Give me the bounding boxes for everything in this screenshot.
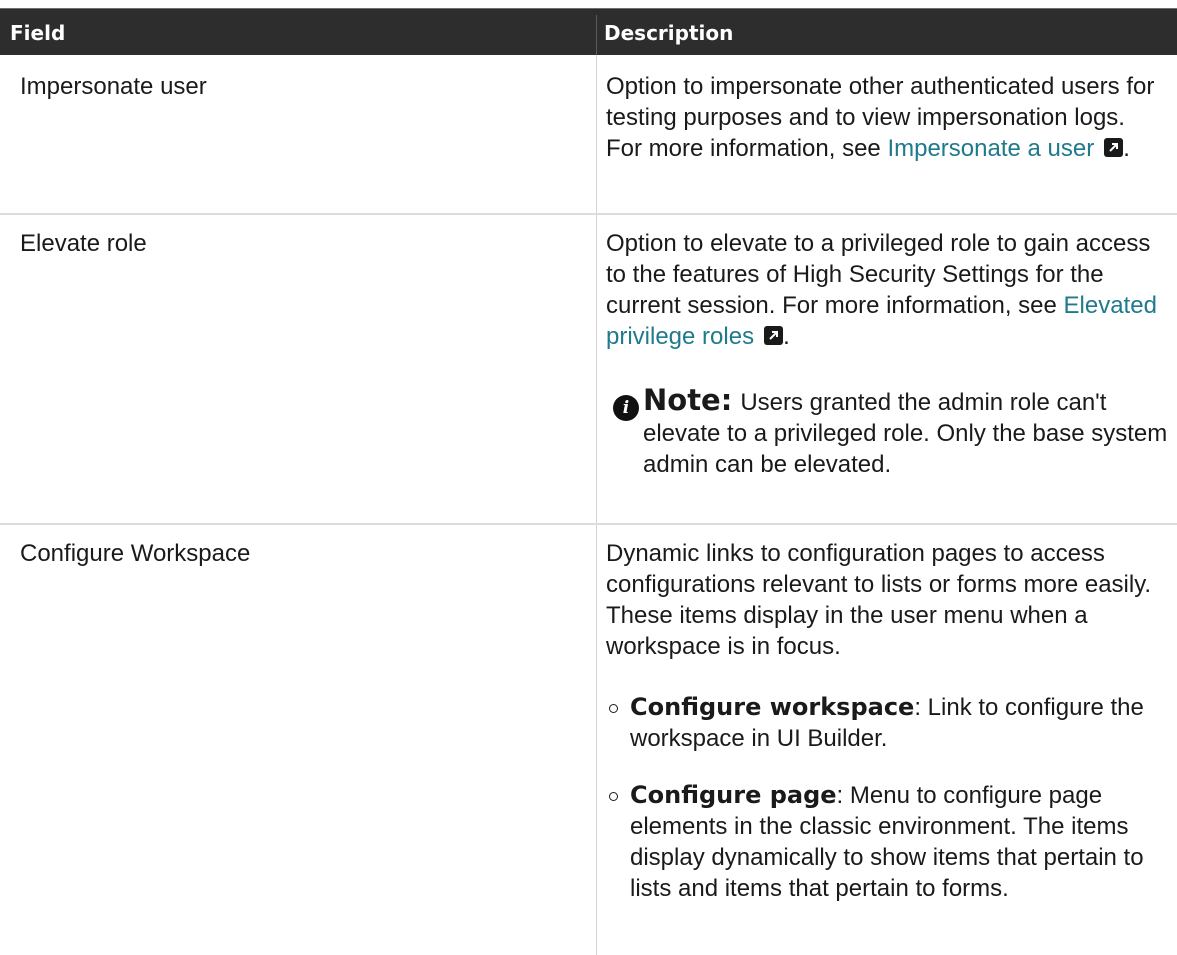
row-elevate-description: Option to elevate to a privileged role t…: [606, 230, 1157, 350]
note-text: Note: Users granted the admin role can't …: [643, 383, 1168, 479]
info-icon: i: [613, 395, 639, 421]
external-link-icon: [764, 326, 784, 345]
row-configure-workspace-field: Configure Workspace: [20, 540, 251, 567]
note-label: Note:: [643, 383, 733, 417]
column-divider: [596, 55, 597, 955]
hollow-circle-bullet-icon: [609, 792, 618, 801]
table-header: Field Description: [0, 9, 1177, 55]
bullet-term: Configure workspace: [630, 693, 915, 721]
external-link-icon: [1104, 138, 1124, 157]
row-divider: [0, 213, 1177, 215]
row-impersonate-field: Impersonate user: [20, 73, 207, 100]
header-description: Description: [604, 21, 734, 45]
row-elevate-field: Elevate role: [20, 230, 147, 257]
row-configure-workspace-description: Dynamic links to configuration pages to …: [606, 540, 1152, 660]
bullet-term: Configure page: [630, 781, 837, 809]
impersonate-user-link[interactable]: Impersonate a user: [887, 135, 1124, 162]
row-divider: [0, 523, 1177, 525]
field-description-table: Field Description Impersonate user Optio…: [0, 8, 1177, 955]
header-divider: [596, 15, 597, 55]
row-impersonate-description: Option to impersonate other authenticate…: [606, 73, 1155, 162]
hollow-circle-bullet-icon: [609, 704, 618, 713]
header-field: Field: [10, 21, 66, 45]
